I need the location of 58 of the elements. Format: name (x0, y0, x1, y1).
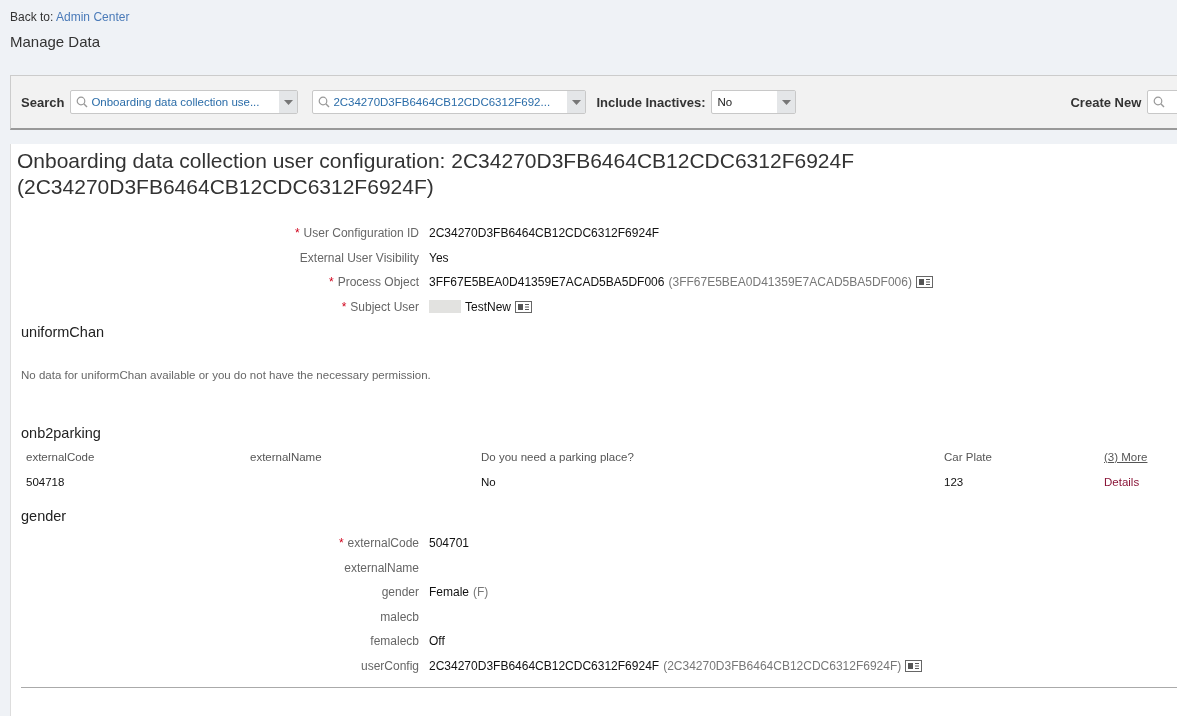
back-label: Back to: (10, 10, 54, 24)
field-label: gender (381, 585, 419, 599)
no-data-message: No data for uniformChan available or you do not have the necessary permission. (21, 369, 432, 381)
table-cell: 504718 (26, 476, 65, 488)
object-id-combobox[interactable]: 2C34270D3FB6464CB12CDC6312F692... (312, 90, 587, 114)
search-icon (318, 96, 331, 108)
field-label: femalecb (370, 634, 419, 648)
section-title: onb2parking (21, 425, 102, 441)
search-icon (1153, 96, 1166, 108)
details-card-icon[interactable] (915, 276, 933, 288)
field-label: userConfig (360, 658, 419, 673)
section-title: gender (21, 508, 68, 524)
column-header: externalName (250, 451, 323, 463)
field-value: TestNew (465, 299, 511, 314)
create-new-field[interactable] (1147, 90, 1177, 114)
page-title: Manage Data (10, 33, 102, 50)
record-title: Onboarding data collection user configuration: 2C34270D3FB6464CB12CDC6312F6924F (2C34270D3FB6464CB12CDC6312F6924F) (17, 148, 856, 200)
caret-icon (283, 99, 293, 105)
create-new-label: Create New (1070, 94, 1142, 110)
field-value: 504701 (429, 536, 470, 550)
field-label: externalCode (347, 536, 419, 550)
search-icon (76, 96, 89, 108)
field-value-code: (F) (473, 585, 489, 599)
section-title: uniformChan (21, 324, 105, 340)
admin-center-link[interactable]: Admin Center (56, 10, 130, 24)
table-cell: No (481, 476, 496, 488)
field-label: User Configuration ID (303, 226, 419, 240)
include-inactives-dropdown[interactable]: No (711, 90, 797, 114)
field-value: Yes (429, 250, 449, 265)
field-value: 2C34270D3FB6464CB12CDC6312F6924F (429, 226, 660, 240)
field-value: 3FF67E5BEA0D41359E7ACAD5BA5DF006 (429, 275, 665, 289)
required-asterisk: * (341, 299, 347, 314)
field-label: malecb (380, 609, 419, 624)
table-cell: 123 (944, 476, 964, 488)
field-value: Female (429, 585, 469, 599)
field-value: Off (429, 634, 445, 648)
required-asterisk: * (328, 275, 334, 289)
details-card-icon[interactable] (515, 300, 532, 313)
field-value: 2C34270D3FB6464CB12CDC6312F6924F (429, 658, 660, 673)
details-card-icon[interactable] (905, 659, 923, 672)
field-label: External User Visibility (299, 250, 419, 265)
required-asterisk: * (338, 536, 344, 550)
column-header: Car Plate (944, 451, 993, 463)
caret-icon (571, 99, 581, 105)
required-asterisk: * (294, 226, 300, 240)
include-inactives-label: Include Inactives: (596, 94, 706, 110)
column-header: externalCode (26, 451, 96, 463)
search-label: Search (21, 94, 65, 110)
field-value-code: (2C34270D3FB6464CB12CDC6312F6924F) (663, 658, 902, 673)
caret-icon (781, 99, 791, 105)
details-link[interactable]: Details (1104, 476, 1140, 488)
field-value-code: (3FF67E5BEA0D41359E7ACAD5BA5DF006) (668, 275, 912, 289)
object-type-combobox[interactable]: Onboarding data collection use... (70, 90, 299, 114)
column-header: Do you need a parking place? (481, 451, 635, 463)
field-label: externalName (344, 560, 419, 575)
field-label: Process Object (337, 275, 419, 289)
field-label: Subject User (350, 299, 419, 314)
more-columns-link[interactable]: (3) More (1104, 451, 1148, 463)
